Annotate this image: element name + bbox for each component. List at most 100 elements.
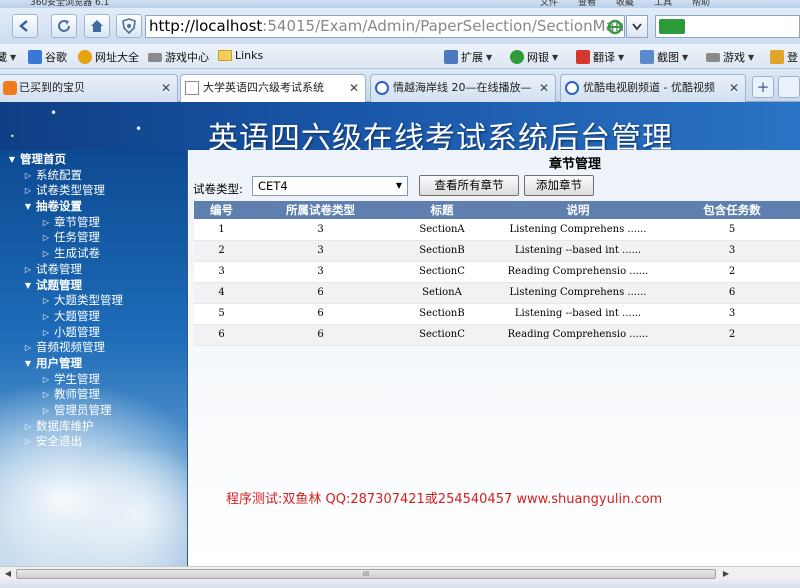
search-engine-icon[interactable] [659,19,685,34]
menu-tools[interactable]: 工具 [654,0,672,8]
security-button[interactable] [116,14,142,38]
tab-exam-system[interactable]: 大学英语四六级考试系统 ✕ [180,74,366,103]
sidebar-item-label: 系统配置 [36,167,82,182]
search-input[interactable] [655,15,800,38]
triangle-right-icon: ▷ [42,233,50,243]
table-row[interactable]: 6 6 SectionC Reading Comprehensio ......… [194,324,800,346]
table-row[interactable]: 3 3 SectionC Reading Comprehensio ......… [194,261,800,283]
sidebar-item-label: 大题管理 [54,308,100,323]
status-bar [0,580,800,588]
sidebar-item-label: 任务管理 [54,230,100,245]
sidebar-item-section-manage[interactable]: ▷ 章节管理 [6,215,123,231]
site-header: • • • 英语四六级在线考试系统后台管理 [0,102,800,150]
add-section-button[interactable]: 添加章节 [524,175,594,196]
menu-help[interactable]: 帮助 [692,0,710,8]
toolbar-games[interactable]: 游戏 ▼ [706,49,754,65]
sidebar-item-label: 用户管理 [36,355,82,370]
address-path: :54015/Exam/Admin/PaperSelection/Section… [262,17,625,35]
sidebar-item-admin-manage[interactable]: ▷ 管理员管理 [6,403,123,419]
sidebar-item-question-type-manage[interactable]: ▷ 大题类型管理 [6,293,123,309]
site-title: 英语四六级在线考试系统后台管理 [208,121,673,150]
sidebar-item-paper-manage[interactable]: ▷ 试卷管理 [6,262,123,278]
tab-video-1[interactable]: 情越海岸线 20—在线播放— ✕ [370,74,556,102]
sidebar-item-task-manage[interactable]: ▷ 任务管理 [6,230,123,246]
table-row[interactable]: 2 3 SectionB Listening --based int .....… [194,240,800,262]
sidebar-item-paper-types[interactable]: ▷ 试卷类型管理 [6,183,123,199]
toolbar-translate[interactable]: 翻译 ▼ [576,49,624,65]
sidebar-item-media-manage[interactable]: ▷ 音频视频管理 [6,340,123,356]
chevron-down-icon: ▼ [682,52,689,62]
close-icon[interactable]: ✕ [349,75,359,101]
sidebar-item-student-manage[interactable]: ▷ 学生管理 [6,372,123,388]
sidebar-item-question-manage[interactable]: ▼ 试题管理 [6,278,123,294]
sidebar-item-small-question-manage[interactable]: ▷ 小题管理 [6,325,123,341]
sidebar-item-label: 管理首页 [20,152,66,166]
fav-site-guide[interactable]: 网址大全 [78,49,139,65]
sidebar-item-teacher-manage[interactable]: ▷ 教师管理 [6,387,123,403]
developer-contact-note: 程序测试:双鱼林 QQ:287307421或254540457 www.shua… [226,492,663,507]
scroll-right-icon[interactable]: ▶ [720,568,732,580]
triangle-down-icon: ▼ [8,155,16,164]
sidebar-item-label: 小题管理 [54,324,100,339]
new-tab-button[interactable]: + [752,76,774,98]
table-row[interactable]: 1 3 SectionA Listening Comprehens ......… [194,219,800,241]
sidebar-item-label: 试卷类型管理 [36,183,105,198]
favorites-menu[interactable]: 藏 ▼ [0,49,16,65]
cell-description: Reading Comprehensio ...... [492,261,664,283]
cell-task-count: 3 [664,240,800,262]
sidebar-item-db-maintenance[interactable]: ▷ 数据库维护 [6,419,123,435]
back-button[interactable] [12,14,38,38]
scrollbar-thumb[interactable]: III [16,569,716,579]
sidebar-item-home[interactable]: ▼ 管理首页 [6,152,123,168]
paper-type-value: CET4 [258,179,288,193]
tab-purchased[interactable]: 已买到的宝贝 ✕ [0,74,178,102]
home-button[interactable] [84,14,110,38]
chevron-down-icon: ▼ [486,52,493,62]
toolbar-extension[interactable]: 扩展 ▼ [444,49,492,65]
sidebar-item-user-manage[interactable]: ▼ 用户管理 [6,356,123,372]
fav-game-center[interactable]: 游戏中心 [148,49,209,65]
view-all-sections-button[interactable]: 查看所有章节 [419,175,519,196]
sidebar-item-system-config[interactable]: ▷ 系统配置 [6,168,123,184]
triangle-right-icon: ▷ [42,217,50,227]
taobao-icon [3,81,17,95]
menu-view[interactable]: 查看 [578,0,596,8]
horizontal-scrollbar[interactable]: ◀ III ▶ [0,566,800,580]
tab-list-button[interactable] [778,76,800,98]
menu-file[interactable]: 文件 [540,0,558,8]
sidebar-item-draw-settings[interactable]: ▼ 抽卷设置 [6,199,123,215]
scroll-left-icon[interactable]: ◀ [2,568,14,580]
column-header: 编号 [194,201,249,219]
address-dropdown-button[interactable] [626,15,648,38]
sidebar-item-label: 抽卷设置 [36,199,82,214]
paper-type-select[interactable]: CET4 ▼ [252,176,408,196]
toolbar-bank[interactable]: 网银 ▼ [510,49,558,65]
sidebar-item-big-question-manage[interactable]: ▷ 大题管理 [6,309,123,325]
folder-icon [218,50,232,61]
toolbar-login[interactable]: 登 [770,49,798,65]
triangle-right-icon: ▷ [42,311,50,321]
chevron-down-icon: ▼ [552,52,559,62]
tab-youku[interactable]: 优酷电视剧频道 - 优酷视频 ✕ [560,74,746,102]
toolbar-screenshot[interactable]: 截图 ▼ [640,49,688,65]
sidebar-item-label: 试卷管理 [36,261,82,276]
refresh-button[interactable] [51,14,77,38]
close-icon[interactable]: ✕ [539,75,549,101]
address-bar[interactable]: http://localhost:54015/Exam/Admin/PaperS… [145,15,625,38]
extension-icon [444,50,458,64]
fav-links[interactable]: Links [218,49,263,62]
cell-description: Listening Comprehens ...... [492,219,664,241]
triangle-right-icon: ▷ [24,264,32,274]
sidebar-item-generate-paper[interactable]: ▷ 生成试卷 [6,246,123,262]
sidebar-item-logout[interactable]: ▷ 安全退出 [6,434,123,450]
ie-engine-icon[interactable] [607,19,623,35]
cell-title: SectionC [392,324,492,346]
fav-google[interactable]: 谷歌 [28,49,67,65]
close-icon[interactable]: ✕ [161,75,171,101]
menu-favorites[interactable]: 收藏 [616,0,634,8]
table-row[interactable]: 5 6 SectionB Listening --based int .....… [194,303,800,325]
cell-title: SectionB [392,240,492,262]
table-row[interactable]: 4 6 SetionA Listening Comprehens ...... … [194,282,800,304]
window-title: 360安全浏览器 6.1 [30,0,110,8]
close-icon[interactable]: ✕ [729,75,739,101]
